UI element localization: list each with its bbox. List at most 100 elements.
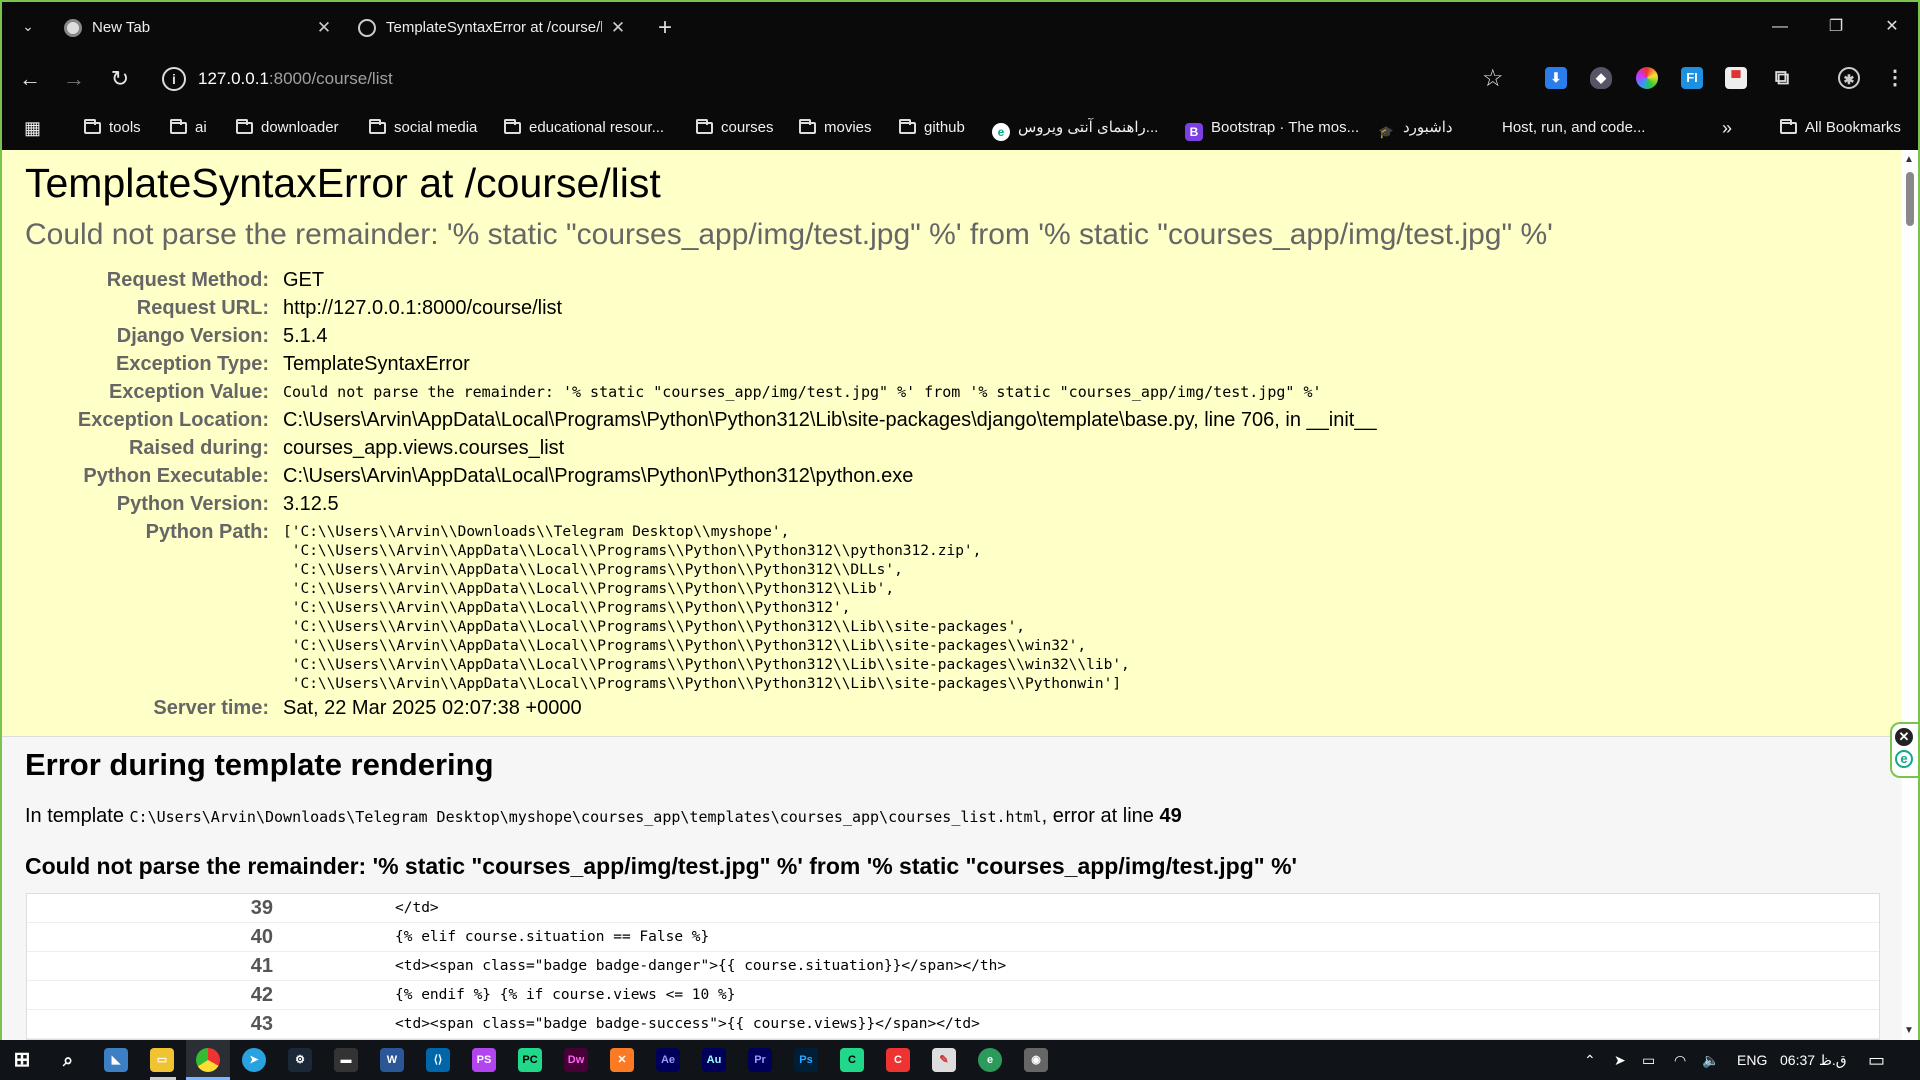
- bookmark-dashboard[interactable]: 🎓 داشبورد: [1377, 116, 1453, 140]
- tab-new-tab[interactable]: New Tab ✕: [58, 10, 338, 46]
- template-path: C:\Users\Arvin\Downloads\Telegram Deskto…: [129, 808, 1042, 826]
- bookmark-folder-github[interactable]: github: [899, 116, 965, 140]
- file-explorer-icon[interactable]: ▭: [150, 1048, 174, 1072]
- windows-taskbar: ⊞ ⌕ ◣ ▭ ➤ ⚙ ▬ W ⟨⟩ PS PC Dw ✕ Ae Au Pr P…: [0, 1040, 1920, 1080]
- bookmark-label: راهنمای آنتی ویروس...: [1018, 119, 1159, 136]
- word-icon[interactable]: W: [380, 1048, 404, 1072]
- bookmark-replit[interactable]: Host, run, and code...: [1502, 116, 1645, 140]
- site-info-icon[interactable]: i: [162, 67, 186, 91]
- folder-icon: [1780, 119, 1797, 134]
- edge-icon[interactable]: e: [978, 1048, 1002, 1072]
- close-window-button[interactable]: ✕: [1872, 12, 1912, 42]
- clock[interactable]: 06:37 ق.ظ: [1780, 1050, 1847, 1070]
- apps-grid-icon[interactable]: ▦: [24, 116, 41, 140]
- steam-icon[interactable]: ⚙: [288, 1048, 312, 1072]
- vscode-icon[interactable]: ⟨⟩: [426, 1048, 450, 1072]
- scroll-down-arrow-icon[interactable]: ▼: [1904, 1025, 1914, 1036]
- search-icon[interactable]: ⌕: [56, 1048, 80, 1072]
- url-path: :8000/course/list: [268, 69, 393, 88]
- forward-button[interactable]: →: [60, 65, 88, 93]
- bookmark-bootstrap[interactable]: B Bootstrap · The mos...: [1185, 116, 1359, 141]
- language-indicator[interactable]: ENG: [1737, 1050, 1767, 1070]
- reload-button[interactable]: ↻: [106, 65, 134, 93]
- all-bookmarks[interactable]: All Bookmarks: [1780, 116, 1901, 140]
- minimize-button[interactable]: —: [1760, 12, 1800, 42]
- tab-strip: ⌄ New Tab ✕ TemplateSyntaxError at /cour…: [0, 0, 1920, 52]
- chrome-icon[interactable]: [196, 1048, 220, 1072]
- restore-button[interactable]: ❐: [1816, 12, 1856, 42]
- extensions-puzzle-icon[interactable]: ⧉: [1771, 67, 1793, 89]
- error-subtitle: Could not parse the remainder: '% static…: [25, 218, 1553, 251]
- meta-value: Could not parse the remainder: '% static…: [283, 383, 1322, 401]
- close-tab-icon[interactable]: ✕: [606, 10, 630, 46]
- bookmark-label: downloader: [261, 119, 339, 136]
- telegram-icon[interactable]: ➤: [242, 1048, 266, 1072]
- app-icon[interactable]: ◣: [104, 1048, 128, 1072]
- battery-icon[interactable]: ▭: [1642, 1050, 1655, 1070]
- python-path-entry: 'C:\\Users\\Arvin\\AppData\\Local\\Progr…: [283, 543, 982, 559]
- meta-key: Request Method:: [106, 269, 269, 291]
- close-tab-icon[interactable]: ✕: [312, 10, 336, 46]
- tray-overflow-chevron-icon[interactable]: ⌃: [1584, 1050, 1596, 1070]
- bookmark-star-icon[interactable]: ☆: [1482, 64, 1504, 93]
- bookmark-label: educational resour...: [529, 119, 665, 136]
- telegram-tray-icon[interactable]: ➤: [1614, 1050, 1626, 1070]
- template-location: In template C:\Users\Arvin\Downloads\Tel…: [25, 805, 1182, 828]
- premiere-icon[interactable]: Pr: [748, 1048, 772, 1072]
- wifi-icon[interactable]: ◠: [1674, 1050, 1686, 1070]
- more-bookmarks-chevron-icon[interactable]: »: [1722, 116, 1732, 140]
- bookmark-folder-educational[interactable]: educational resour...: [504, 116, 664, 140]
- bookmark-folder-tools[interactable]: tools: [84, 116, 141, 140]
- windows-start-icon[interactable]: ⊞: [10, 1048, 34, 1072]
- shield-extension-icon[interactable]: ◆: [1590, 67, 1612, 89]
- new-tab-button[interactable]: +: [652, 10, 678, 46]
- calendar-extension-icon[interactable]: ▀: [1725, 67, 1747, 89]
- pycharm-icon[interactable]: PC: [518, 1048, 542, 1072]
- close-circle-icon[interactable]: ✕: [1895, 728, 1913, 746]
- notifications-icon[interactable]: ▭: [1868, 1050, 1885, 1070]
- dreamweaver-icon[interactable]: Dw: [564, 1048, 588, 1072]
- clion-icon[interactable]: C: [840, 1048, 864, 1072]
- bookmark-folder-downloader[interactable]: downloader: [236, 116, 339, 140]
- meta-value: 5.1.4: [283, 325, 328, 347]
- python-path-list: ['C:\\Users\\Arvin\\Downloads\\Telegram …: [283, 523, 1130, 694]
- back-button[interactable]: ←: [16, 65, 44, 93]
- meta-row-raised-during: Raised during: courses_app.views.courses_…: [2, 434, 1902, 462]
- photoshop-icon[interactable]: Ps: [794, 1048, 818, 1072]
- python-path-entry: 'C:\\Users\\Arvin\\AppData\\Local\\Progr…: [283, 676, 1122, 692]
- page-scrollbar[interactable]: ▲ ▼: [1902, 150, 1918, 1040]
- in-template-label: In template: [25, 805, 124, 827]
- terminal-icon[interactable]: ▬: [334, 1048, 358, 1072]
- clion-red-icon[interactable]: C: [886, 1048, 910, 1072]
- phpstorm-icon[interactable]: PS: [472, 1048, 496, 1072]
- game-controller-icon[interactable]: ◉: [1024, 1048, 1048, 1072]
- xampp-icon[interactable]: ✕: [610, 1048, 634, 1072]
- after-effects-icon[interactable]: Ae: [656, 1048, 680, 1072]
- bookmark-folder-courses[interactable]: courses: [696, 116, 774, 140]
- bookmark-label: movies: [824, 119, 872, 136]
- meta-value: Sat, 22 Mar 2025 02:07:38 +0000: [283, 697, 582, 719]
- menu-dots-icon[interactable]: ⋮: [1884, 67, 1906, 89]
- scrollbar-thumb[interactable]: [1906, 172, 1914, 226]
- bookmark-antivirus-guide[interactable]: e راهنمای آنتی ویروس...: [992, 116, 1159, 141]
- paint-icon[interactable]: ✎: [932, 1048, 956, 1072]
- bookmark-label: tools: [109, 119, 141, 136]
- scroll-up-arrow-icon[interactable]: ▲: [1904, 154, 1914, 165]
- fi-extension-icon[interactable]: FI: [1681, 67, 1703, 89]
- tab-template-error[interactable]: TemplateSyntaxError at /course/list ✕: [352, 10, 632, 46]
- eset-icon[interactable]: e: [1895, 750, 1913, 768]
- profile-avatar[interactable]: ✱: [1838, 67, 1860, 89]
- audition-icon[interactable]: Au: [702, 1048, 726, 1072]
- download-manager-icon[interactable]: ⬇: [1545, 67, 1567, 89]
- bootstrap-icon: B: [1185, 123, 1203, 141]
- bookmark-folder-ai[interactable]: ai: [170, 116, 207, 140]
- color-extension-icon[interactable]: [1636, 67, 1658, 89]
- bookmark-folder-social-media[interactable]: social media: [369, 116, 477, 140]
- source-line: 41 <td><span class="badge badge-danger">{…: [27, 952, 1879, 981]
- volume-icon[interactable]: 🔈: [1702, 1050, 1719, 1070]
- bookmark-folder-movies[interactable]: movies: [799, 116, 872, 140]
- address-bar[interactable]: 127.0.0.1:8000/course/list: [198, 67, 393, 91]
- line-source: {% endif %} {% if course.views <= 10 %}: [395, 987, 736, 1003]
- tab-search-chevron-icon[interactable]: ⌄: [16, 14, 40, 38]
- template-error-message: Could not parse the remainder: '% static…: [25, 853, 1297, 879]
